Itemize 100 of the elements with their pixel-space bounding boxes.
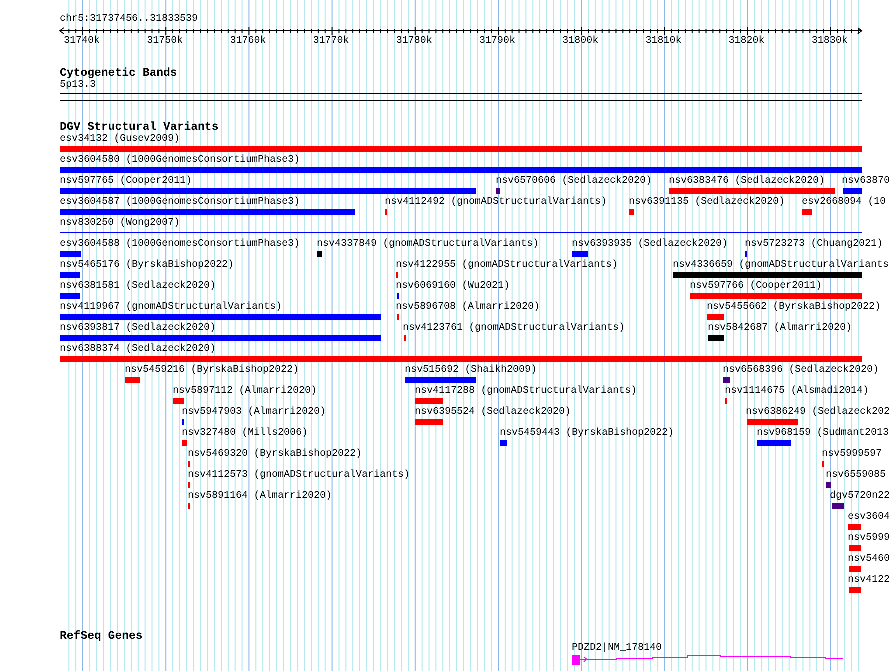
tick-label: 31750k (147, 36, 184, 48)
feature-bar[interactable] (673, 272, 862, 278)
feature-label: nsv4117288 (gnomADStructuralVariants) (415, 386, 638, 398)
feature-label: nsv4119967 (gnomADStructuralVariants) (60, 302, 282, 314)
feature-label: nsv5842687 (Almarri2020) (708, 323, 852, 335)
tick-label: 31780k (396, 36, 432, 48)
feature-bar[interactable] (173, 398, 184, 404)
track-title: DGV Structural Variants (60, 122, 219, 134)
feature-label: nsv6568396 (Sedlazeck2020) (723, 365, 880, 377)
feature-bar[interactable] (182, 440, 187, 446)
feature-bar[interactable] (60, 314, 381, 320)
tick-label: 31820k (728, 36, 765, 48)
feature-bar[interactable] (629, 209, 634, 215)
feature-bar[interactable] (826, 482, 831, 488)
feature-bar[interactable] (60, 356, 862, 362)
tick-label: 31740k (64, 36, 100, 48)
feature-label: nsv6393817 (Sedlazeck2020) (60, 323, 216, 335)
feature-label: nsv4122955 (gnomADStructuralVariants) (396, 260, 618, 272)
feature-bar[interactable] (849, 587, 861, 593)
feature-bar[interactable] (848, 524, 861, 530)
feature-bar[interactable] (415, 398, 443, 404)
feature-label: nsv968159 (Sudmant2013 (757, 428, 890, 440)
feature-label: nsv5469320 (ByrskaBishop2022) (188, 449, 362, 461)
feature-label: nsv597765 (Cooper2011) (60, 176, 192, 188)
feature-bar[interactable] (708, 335, 724, 341)
feature-label: esv3604588 (1000GenomesConsortiumPhase3) (60, 239, 300, 251)
feature-bar[interactable] (832, 503, 844, 509)
gene-label: PDZD2|NM_178140 (572, 643, 662, 655)
feature-bar[interactable] (60, 272, 80, 278)
feature-bar[interactable] (669, 188, 835, 194)
feature-label: nsv5723273 (Chuang2021) (745, 239, 884, 251)
location-label: chr5:31737456..31833539 (60, 14, 200, 26)
feature-bar[interactable] (690, 293, 862, 299)
feature-label: esv3604580 (1000GenomesConsortiumPhase3) (60, 155, 300, 167)
feature-label: nsv6559085 (826, 470, 886, 482)
feature-bar[interactable] (500, 440, 507, 446)
feature-label: nsv63870 (842, 176, 890, 188)
feature-bar[interactable] (60, 335, 381, 341)
tick-label: 31800k (562, 36, 599, 48)
feature-bar[interactable] (60, 167, 862, 173)
feature-bar[interactable] (405, 377, 476, 383)
feature-label: esv34132 (Gusev2009) (60, 134, 180, 146)
feature-label: nsv5999 (848, 533, 890, 545)
feature-label: nsv6388374 (Sedlazeck2020) (60, 344, 216, 356)
track-title: Cytogenetic Bands (60, 68, 178, 80)
feature-label: nsv5891164 (Almarri2020) (188, 491, 332, 503)
feature-bar[interactable] (60, 188, 476, 194)
feature-bar[interactable] (415, 419, 443, 425)
feature-label: nsv327480 (Mills2006) (182, 428, 308, 440)
feature-bar[interactable] (60, 293, 80, 299)
track-title: RefSeq Genes (60, 631, 143, 643)
feature-bar[interactable] (60, 146, 862, 152)
tick-label: 31810k (646, 36, 682, 48)
feature-bar[interactable] (802, 209, 812, 215)
feature-bar[interactable] (747, 419, 798, 425)
feature-label: nsv6393935 (Sedlazeck2020) (572, 239, 728, 251)
tick-label: 31830k (812, 36, 848, 48)
feature-label: nsv5460 (848, 554, 890, 566)
feature-label: nsv4122 (848, 575, 890, 587)
feature-bar[interactable] (572, 251, 588, 257)
feature-label: nsv5459216 (ByrskaBishop2022) (125, 365, 300, 377)
feature-label: nsv6383476 (Sedlazeck2020) (669, 176, 826, 188)
feature-bar[interactable] (849, 566, 861, 572)
feature-label: esv3604587 (1000GenomesConsortiumPhase3) (60, 197, 300, 209)
feature-label: nsv5999597 (822, 449, 882, 461)
gene-model-drawing[interactable] (572, 655, 844, 665)
feature-label: nsv6381581 (Sedlazeck2020) (60, 281, 216, 293)
feature-label: dgv5720n22 (830, 491, 890, 503)
feature-label: nsv830250 (Wong2007) (60, 218, 180, 230)
feature-label: esv2668094 (10 (802, 197, 886, 209)
tick-label: 31760k (230, 36, 266, 48)
feature-label: nsv4336659 (gnomADStructuralVariants (673, 260, 890, 272)
feature-label: nsv5947903 (Almarri2020) (182, 407, 326, 419)
feature-label: nsv5465176 (ByrskaBishop2022) (60, 260, 234, 272)
feature-bar[interactable] (707, 314, 724, 320)
feature-label: nsv515692 (Shaikh2009) (405, 365, 538, 377)
feature-label: nsv4123761 (gnomADStructuralVariants) (403, 323, 626, 335)
feature-label: esv3604 (848, 512, 890, 524)
feature-label: nsv1114675 (Alsmadi2014) (725, 386, 870, 398)
tick-label: 31790k (480, 36, 516, 48)
feature-label: nsv6395524 (Sedlazeck2020) (415, 407, 572, 419)
feature-bar[interactable] (723, 377, 730, 383)
feature-label: nsv6570606 (Sedlazeck2020) (496, 176, 652, 188)
feature-label: nsv6069160 (Wu2021) (396, 281, 510, 293)
feature-bar[interactable] (60, 209, 355, 215)
feature-bar[interactable] (849, 545, 861, 551)
feature-label: nsv6391135 (Sedlazeck2020) (629, 197, 786, 209)
feature-bar[interactable] (496, 188, 500, 194)
feature-label: nsv6386249 (Sedlazeck202 (746, 407, 890, 419)
feature-bar[interactable] (60, 251, 81, 257)
feature-label: nsv4112492 (gnomADStructuralVariants) (385, 197, 608, 209)
feature-label: nsv4112573 (gnomADStructuralVariants) (188, 470, 410, 482)
feature-bar[interactable] (843, 188, 862, 194)
tick-label: 31770k (313, 36, 350, 48)
feature-bar[interactable] (125, 377, 140, 383)
band-label: 5p13.3 (60, 80, 96, 92)
feature-label: nsv5455662 (ByrskaBishop2022) (707, 302, 882, 314)
feature-label: nsv5897112 (Almarri2020) (173, 386, 318, 398)
feature-bar[interactable] (317, 251, 322, 257)
feature-bar[interactable] (757, 440, 791, 446)
